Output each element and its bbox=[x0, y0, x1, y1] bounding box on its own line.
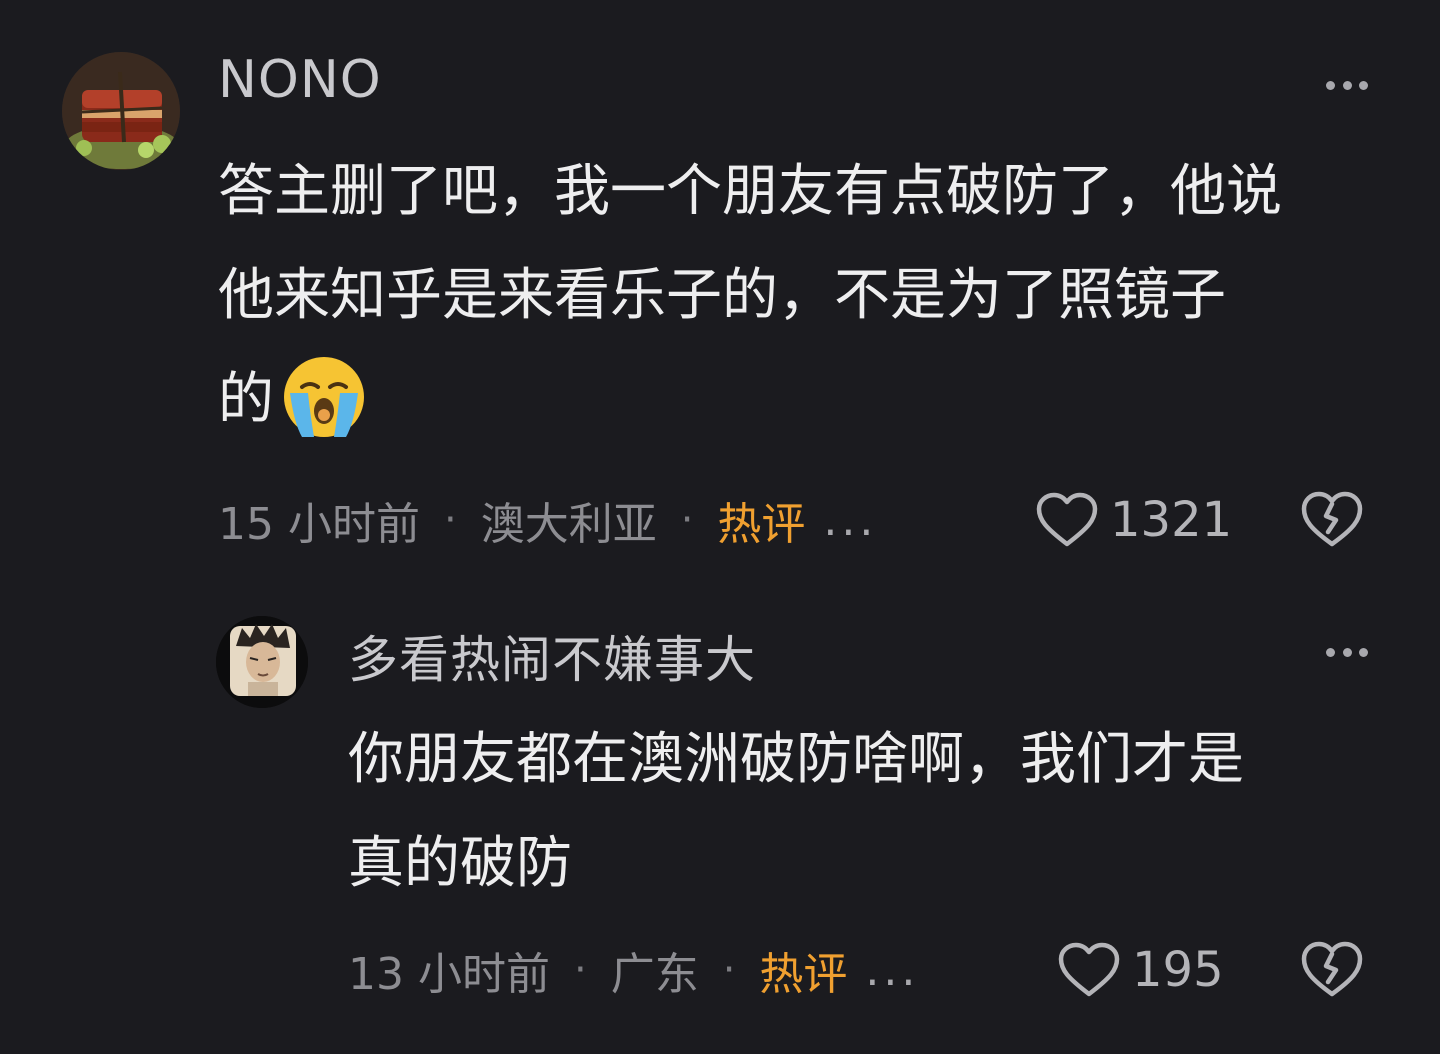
more-dot-icon bbox=[1326, 647, 1335, 657]
anime-character-avatar bbox=[216, 616, 308, 708]
like-button[interactable]: 1321 bbox=[1036, 490, 1232, 550]
more-dot-icon bbox=[1342, 80, 1352, 90]
more-dot-icon bbox=[1326, 80, 1335, 90]
more-dot-icon bbox=[1359, 80, 1368, 90]
loudly-crying-face-icon bbox=[284, 356, 364, 437]
more-options-button[interactable] bbox=[1326, 646, 1368, 658]
comment-text-line: 他来知乎是来看乐子的，不是为了照镜子 bbox=[218, 263, 1226, 328]
more-dot-icon bbox=[1342, 647, 1352, 657]
comment-text-line: 真的破防 bbox=[348, 831, 572, 896]
comment-location: 澳大利亚 bbox=[480, 499, 657, 550]
comment-meta: 13 小时前 · 广东 · 热评 ... bbox=[348, 940, 919, 1001]
more-dot-icon bbox=[1359, 647, 1368, 657]
comment-item: 多看热闹不嫌事大 你朋友都在澳洲破防啥啊，我们才是 真的破防 13 小时前 · … bbox=[0, 600, 1440, 1040]
like-button[interactable]: 195 bbox=[1058, 940, 1224, 1000]
comment-meta: 15 小时前 · 澳大利亚 · 热评 ... bbox=[218, 490, 877, 551]
separator-dot: · bbox=[573, 947, 587, 993]
hot-comment-tag: 热评 bbox=[717, 499, 806, 550]
more-options-button[interactable] bbox=[1326, 79, 1368, 91]
more-meta-ellipsis[interactable]: ... bbox=[823, 495, 877, 546]
author-name[interactable]: NONO bbox=[218, 50, 382, 110]
comment-text-line: 答主删了吧，我一个朋友有点破防了，他说 bbox=[218, 159, 1282, 224]
comment-item: NONO 答主删了吧，我一个朋友有点破防了，他说 他来知乎是来看乐子的，不是为了… bbox=[0, 0, 1440, 580]
comment-text-line: 你朋友都在澳洲破防啥啊，我们才是 bbox=[348, 727, 1244, 792]
broken-heart-icon[interactable] bbox=[1300, 488, 1364, 552]
comment-time: 13 小时前 bbox=[348, 949, 550, 1000]
comment-text: 你朋友都在澳洲破防啥啊，我们才是 真的破防 bbox=[348, 708, 1244, 916]
braised-pork-avatar bbox=[62, 52, 180, 170]
hot-comment-tag: 热评 bbox=[759, 949, 848, 1000]
avatar[interactable] bbox=[62, 52, 180, 170]
separator-dot: · bbox=[722, 947, 736, 993]
heart-icon bbox=[1036, 492, 1098, 547]
comment-time: 15 小时前 bbox=[218, 499, 420, 550]
separator-dot: · bbox=[443, 497, 457, 543]
avatar[interactable] bbox=[216, 616, 308, 708]
comment-text-line: 的 bbox=[218, 348, 1282, 452]
like-count: 195 bbox=[1132, 942, 1224, 998]
comment-location: 广东 bbox=[610, 949, 699, 1000]
more-meta-ellipsis[interactable]: ... bbox=[865, 945, 919, 996]
broken-heart-icon[interactable] bbox=[1300, 938, 1364, 1002]
heart-icon bbox=[1058, 942, 1120, 997]
comment-text: 答主删了吧，我一个朋友有点破防了，他说 他来知乎是来看乐子的，不是为了照镜子 的 bbox=[218, 140, 1282, 452]
comment-text-fragment: 的 bbox=[218, 367, 274, 432]
like-count: 1321 bbox=[1110, 492, 1233, 548]
separator-dot: · bbox=[680, 497, 694, 543]
author-name[interactable]: 多看热闹不嫌事大 bbox=[348, 620, 756, 692]
